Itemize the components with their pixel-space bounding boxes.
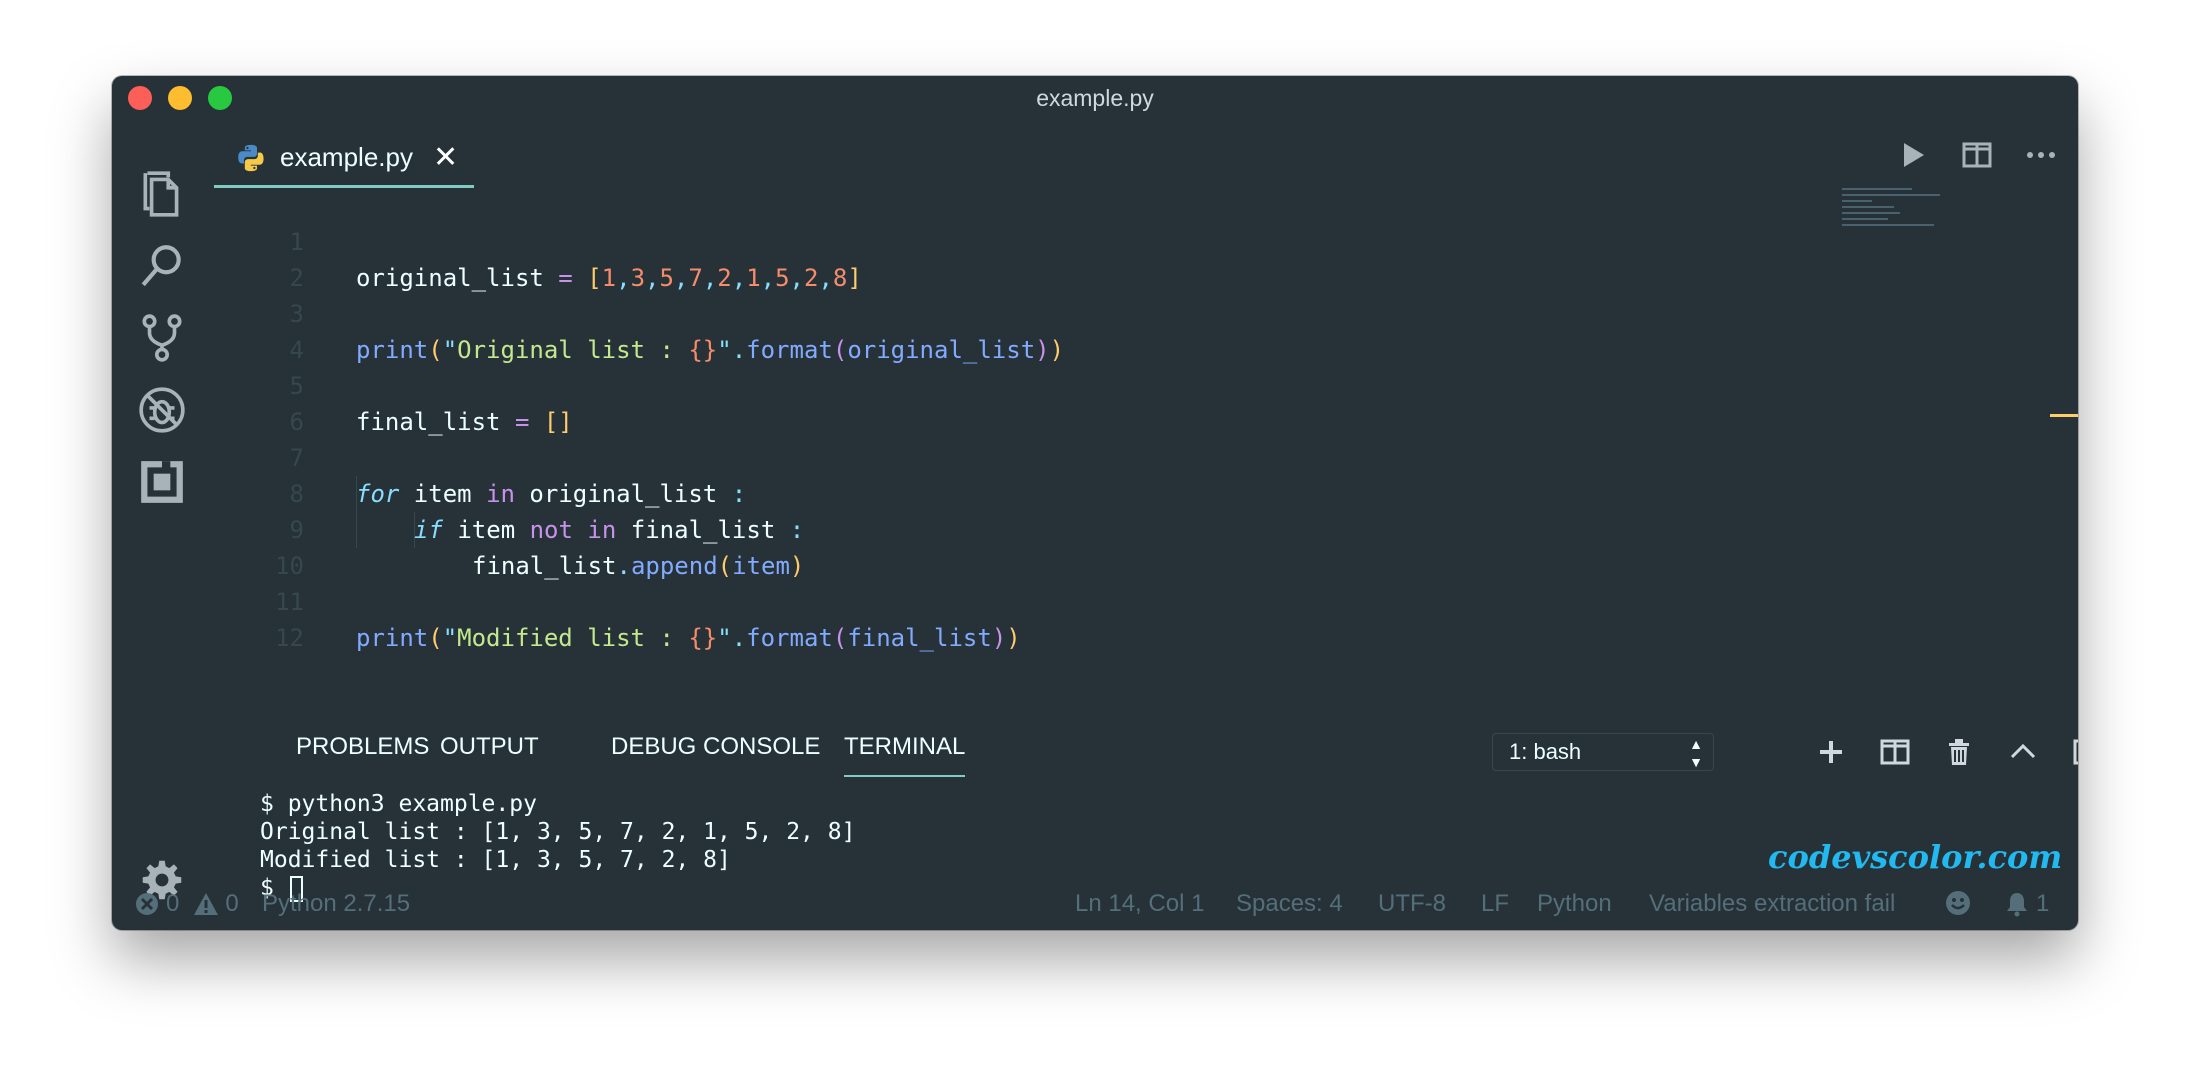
python-file-icon: [238, 144, 264, 171]
error-icon: [136, 893, 158, 915]
select-arrows-icon: ▲ ▼: [1689, 736, 1703, 770]
title-bar: example.py: [112, 76, 2078, 118]
code-line: 3 print("Original list : {}".format(orig…: [214, 260, 1934, 364]
watermark: codevscolor.com: [1768, 838, 2063, 876]
status-message[interactable]: Variables extraction fail: [1649, 890, 1895, 918]
split-editor-icon[interactable]: [1960, 138, 1994, 172]
code-line: 10: [214, 512, 1934, 580]
toggle-panel-position-icon[interactable]: [2070, 735, 2078, 769]
code-line: 8 if item not in final_list :: [214, 440, 1934, 544]
new-terminal-icon[interactable]: [1814, 735, 1848, 769]
search-icon[interactable]: [134, 238, 190, 294]
trash-icon[interactable]: [1942, 735, 1976, 769]
code-line: 6: [214, 368, 1934, 436]
tab-terminal[interactable]: TERMINAL: [844, 733, 966, 777]
activity-bar: [112, 118, 212, 900]
error-count: 0: [166, 890, 180, 917]
window-title: example.py: [1036, 85, 1154, 111]
code-token: {}: [688, 624, 718, 652]
minimap[interactable]: [1842, 188, 1952, 248]
tab-example-py[interactable]: example.py ✕: [214, 130, 474, 188]
problems-status[interactable]: 0 0: [134, 890, 239, 918]
editor-actions: [1896, 138, 2058, 172]
terminal-line: Modified list : [1, 3, 5, 7, 2, 8]: [260, 847, 731, 873]
code-line: 7 for item in original_list :: [214, 404, 1934, 508]
tab-label: example.py: [280, 142, 413, 172]
run-icon[interactable]: [1896, 138, 1930, 172]
tab-output[interactable]: OUTPUT: [440, 733, 539, 761]
code-line: 12: [214, 584, 1934, 652]
bell-icon: [2007, 893, 2027, 917]
line-ending[interactable]: LF: [1481, 890, 1509, 918]
indentation[interactable]: Spaces: 4: [1236, 890, 1343, 918]
feedback-smiley-icon[interactable]: [1945, 890, 1971, 916]
close-tab-icon[interactable]: ✕: [433, 142, 458, 173]
code-token: final_list: [847, 624, 992, 652]
code-token: ): [991, 624, 1007, 652]
code-token: ": [717, 624, 732, 652]
code-line: 4: [214, 296, 1934, 364]
code-token: ": [442, 624, 458, 652]
tab-debug-console[interactable]: DEBUG CONSOLE: [611, 733, 820, 761]
terminal-select[interactable]: 1: bash ▲ ▼: [1492, 733, 1714, 771]
language-mode[interactable]: Python: [1537, 890, 1612, 918]
debug-icon[interactable]: [134, 382, 190, 438]
terminal-select-value: 1: bash: [1509, 739, 1582, 764]
warning-icon: [194, 893, 219, 915]
code-line: 5 final_list = []: [214, 332, 1934, 436]
code-token: ): [1006, 624, 1021, 652]
terminal-line: $ python3 example.py: [260, 791, 537, 817]
code-line: 11 print("Modified list : {}".format(fin…: [214, 548, 1934, 652]
maximize-panel-icon[interactable]: [2006, 735, 2040, 769]
encoding[interactable]: UTF-8: [1378, 890, 1446, 918]
panel-tab-bar: PROBLEMS OUTPUT DEBUG CONSOLE TERMINAL 1…: [214, 713, 2078, 781]
source-control-icon[interactable]: [134, 310, 190, 366]
split-terminal-icon[interactable]: [1878, 735, 1912, 769]
code-token: Modified list :: [457, 624, 689, 652]
code-token: print: [356, 624, 429, 652]
code-token: format: [746, 624, 833, 652]
scrollbar-marker[interactable]: [2050, 414, 2078, 417]
files-icon[interactable]: [134, 166, 190, 222]
code-line: 2: [214, 224, 1934, 292]
more-actions-icon[interactable]: [2024, 138, 2058, 172]
status-bar: 0 0 Python 2.7.15 Ln 14, Col 1 Spaces: 4…: [112, 878, 2078, 930]
editor-tab-bar: example.py ✕: [214, 130, 2078, 188]
notification-count: 1: [2036, 890, 2050, 917]
python-interpreter[interactable]: Python 2.7.15: [262, 890, 410, 918]
tab-problems[interactable]: PROBLEMS: [296, 733, 429, 761]
code-line: 9 final_list.append(item): [214, 476, 1934, 580]
editor-window: example.py example.py ✕ 1 original_list …: [112, 76, 2078, 930]
code-editor[interactable]: 1 original_list = [1,3,5,7,2,1,5,2,8] 2 …: [214, 188, 1934, 713]
extensions-icon[interactable]: [134, 454, 190, 510]
code-token: (: [428, 624, 443, 652]
code-text: print("Modified list : {}".format(final_…: [356, 620, 1021, 656]
warning-count: 0: [225, 890, 239, 917]
notifications[interactable]: 1: [2004, 890, 2049, 918]
line-number: 12: [275, 624, 304, 652]
code-line: 1 original_list = [1,3,5,7,2,1,5,2,8]: [214, 188, 1934, 292]
cursor-position[interactable]: Ln 14, Col 1: [1075, 890, 1204, 918]
code-token: .: [731, 624, 747, 652]
panel-actions: [1814, 735, 2078, 769]
code-token: (: [832, 624, 848, 652]
terminal-line: Original list : [1, 3, 5, 7, 2, 1, 5, 2,…: [260, 819, 856, 845]
